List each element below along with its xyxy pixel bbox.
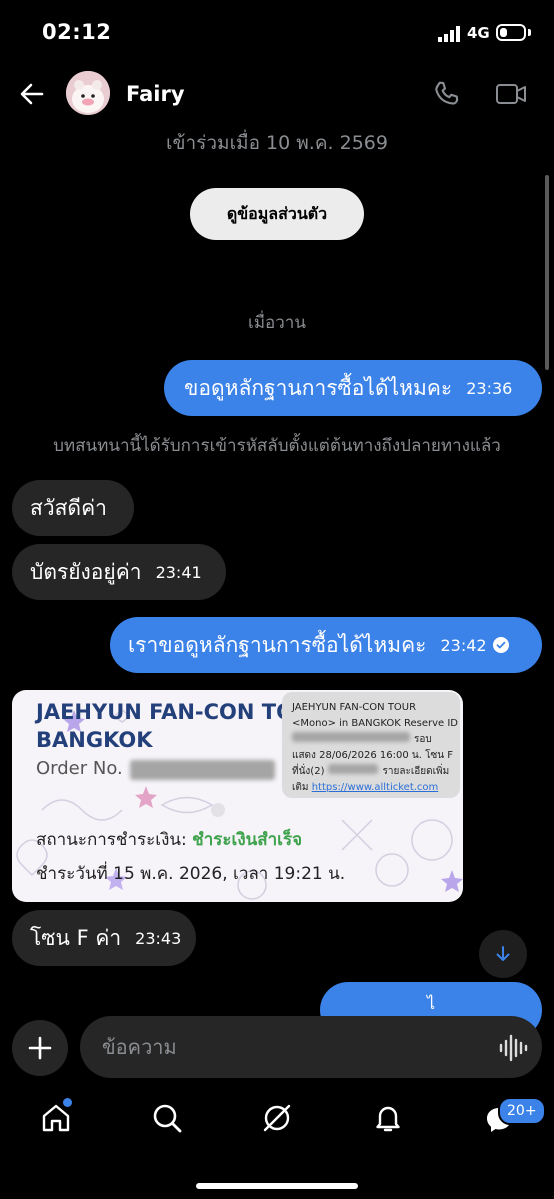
message-bubble-incoming[interactable]: สวัสดีค่า bbox=[12, 480, 134, 536]
battery-level bbox=[500, 28, 507, 37]
plus-icon bbox=[28, 1036, 52, 1060]
sms-line: รอบ bbox=[292, 732, 450, 748]
message-time: 23:36 bbox=[466, 378, 513, 398]
avatar[interactable] bbox=[66, 71, 110, 115]
payment-status: สถานะการชำระเงิน: ชำระเงินสำเร็จ bbox=[36, 826, 302, 853]
sms-text: เติม bbox=[292, 782, 309, 793]
allticket-link[interactable]: https://www.allticket.com bbox=[312, 782, 439, 793]
shared-image-ticket[interactable]: JAEHYUN FAN-CON TO BANGKOK Order No. สถา… bbox=[12, 690, 463, 902]
search-icon[interactable] bbox=[151, 1102, 183, 1134]
message-text: ขอดูหลักฐานการซื้อได้ไหมคะ bbox=[184, 375, 453, 400]
signal-icon bbox=[438, 26, 460, 42]
message-time: 23:42 bbox=[440, 635, 487, 655]
message-text: สวัสดีค่า bbox=[30, 495, 107, 520]
message-bubble-outgoing[interactable]: ขอดูหลักฐานการซื้อได้ไหมคะ 23:36 bbox=[164, 360, 542, 416]
sms-line: ที่นั่ง(2) รายละเอียดเพิ่ม bbox=[292, 764, 450, 780]
redacted-reserve-id bbox=[292, 732, 410, 742]
phone-icon[interactable] bbox=[431, 78, 463, 110]
message-time: 23:41 bbox=[155, 562, 202, 582]
message-time: 23:43 bbox=[135, 928, 182, 948]
video-camera-icon[interactable] bbox=[494, 79, 528, 109]
sms-line: เติม https://www.allticket.com bbox=[292, 780, 450, 796]
home-indicator bbox=[196, 1183, 358, 1189]
message-bubble-outgoing[interactable]: เราขอดูหลักฐานการซื้อได้ไหมคะ 23:42 bbox=[110, 617, 542, 673]
message-text: โซน F ค่า bbox=[30, 925, 122, 950]
voice-wave-icon[interactable] bbox=[498, 1034, 528, 1062]
payment-date: ชำระวันที่ 15 พ.ค. 2026, เวลา 19:21 น. bbox=[36, 864, 346, 884]
add-attachment-button[interactable] bbox=[12, 1020, 68, 1076]
battery-tip bbox=[528, 29, 531, 36]
sms-text: ที่นั่ง(2) bbox=[292, 766, 325, 777]
messages-badge: 20+ bbox=[498, 1097, 546, 1125]
scrollbar[interactable] bbox=[545, 175, 549, 370]
message-text: บัตรยังอยู่ค่า bbox=[30, 559, 142, 584]
status-time: 02:12 bbox=[42, 20, 112, 44]
network-label: 4G bbox=[467, 24, 490, 42]
read-check-icon bbox=[492, 637, 509, 653]
sms-text: รอบ bbox=[414, 734, 432, 745]
message-input[interactable] bbox=[80, 1016, 542, 1078]
sms-notification: JAEHYUN FAN-CON TOUR <Mono> in BANGKOK R… bbox=[282, 692, 460, 798]
view-profile-button[interactable]: ดูข้อมูลส่วนตัว bbox=[190, 188, 364, 240]
order-label: Order No. bbox=[36, 758, 123, 779]
payment-status-label: สถานะการชำระเงิน: bbox=[36, 830, 187, 850]
joined-date: เข้าร่วมเมื่อ 10 พ.ค. 2569 bbox=[166, 132, 388, 154]
message-bubble-incoming[interactable]: โซน F ค่า 23:43 bbox=[12, 910, 196, 966]
arrow-down-icon bbox=[496, 946, 510, 961]
sms-line: <Mono> in BANGKOK Reserve ID bbox=[292, 718, 459, 729]
avatar-image bbox=[66, 71, 110, 115]
encryption-notice: บทสนทนานี้ได้รับการเข้ารหัสลับตั้งแต่ต้น… bbox=[53, 436, 501, 456]
battery-icon bbox=[496, 24, 526, 41]
ticket-title: JAEHYUN FAN-CON TO bbox=[36, 700, 294, 724]
message-bubble-incoming[interactable]: บัตรยังอยู่ค่า 23:41 bbox=[12, 544, 226, 600]
redacted-order-number bbox=[130, 760, 275, 780]
scroll-to-bottom-button[interactable] bbox=[479, 930, 527, 978]
sms-line: แสดง 28/06/2026 16:00 น. โซน F bbox=[292, 750, 454, 761]
message-text: เราขอดูหลักฐานการซื้อได้ไหมคะ bbox=[128, 632, 427, 657]
arrow-left-icon[interactable] bbox=[18, 80, 46, 108]
bell-icon[interactable] bbox=[372, 1102, 404, 1134]
message-text: ไ bbox=[426, 994, 436, 1013]
explore-icon[interactable] bbox=[261, 1102, 293, 1134]
sms-line: JAEHYUN FAN-CON TOUR bbox=[292, 702, 417, 713]
payment-status-value: ชำระเงินสำเร็จ bbox=[192, 830, 303, 850]
ticket-city: BANGKOK bbox=[36, 728, 153, 752]
home-notification-dot bbox=[63, 1098, 72, 1107]
contact-name[interactable]: Fairy bbox=[126, 82, 185, 106]
date-divider: เมื่อวาน bbox=[248, 313, 306, 333]
sms-text: รายละเอียดเพิ่ม bbox=[382, 766, 450, 777]
redacted-seat bbox=[328, 764, 379, 774]
